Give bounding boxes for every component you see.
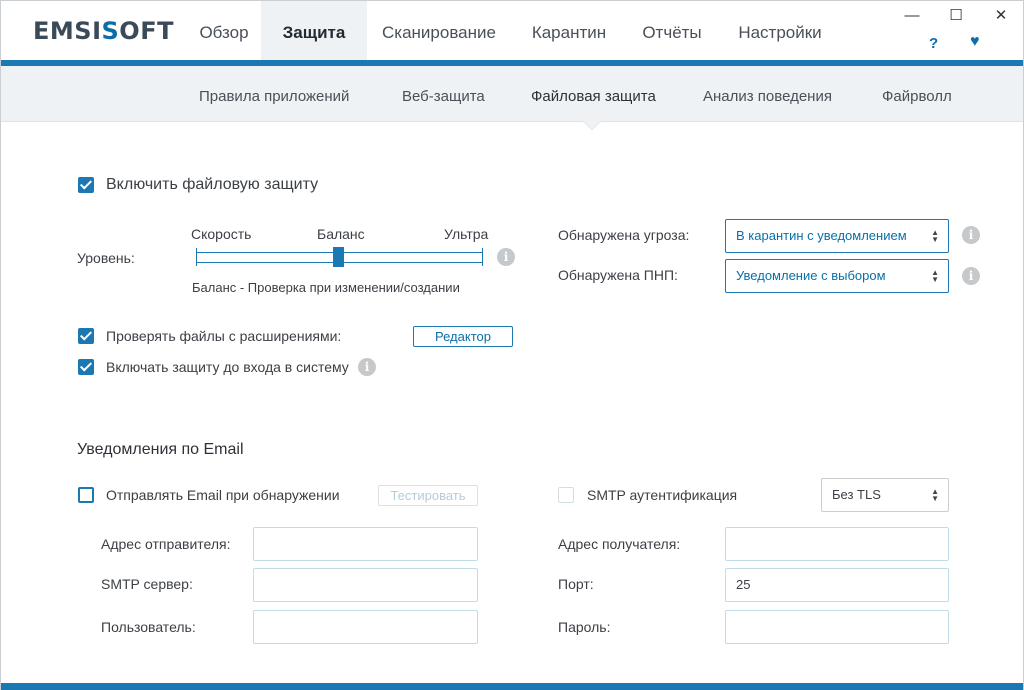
threat-label: Обнаружена угроза: xyxy=(558,227,690,243)
enable-file-protection-label: Включить файловую защиту xyxy=(106,176,319,193)
tls-select[interactable]: Без TLS ▲ ▼ xyxy=(821,478,949,512)
subtab-file-protection[interactable]: Файловая защита xyxy=(531,88,656,105)
check-extensions-label: Проверять файлы с расширениями: xyxy=(106,328,342,344)
threat-info-icon[interactable]: i xyxy=(962,226,980,244)
preboot-protection-checkbox[interactable] xyxy=(78,359,94,375)
active-subtab-pointer xyxy=(583,121,601,129)
footer-accent-bar xyxy=(1,683,1023,690)
enable-file-protection-checkbox[interactable] xyxy=(78,177,94,193)
tab-overview[interactable]: Обзор xyxy=(187,1,261,61)
tab-protection[interactable]: Защита xyxy=(261,1,367,61)
test-email-button[interactable]: Тестировать xyxy=(378,485,478,506)
tab-settings[interactable]: Настройки xyxy=(723,1,837,61)
slider-description: Баланс - Проверка при изменении/создании xyxy=(192,280,460,295)
username-label: Пользователь: xyxy=(101,619,196,635)
smtp-auth-label: SMTP аутентификация xyxy=(587,487,738,503)
select-arrows-icon: ▲ ▼ xyxy=(931,487,939,503)
maximize-button[interactable]: ☐ xyxy=(945,5,967,27)
send-email-checkbox[interactable] xyxy=(78,487,94,503)
port-input[interactable]: 25 xyxy=(725,568,949,602)
tab-quarantine[interactable]: Карантин xyxy=(517,1,621,61)
sender-address-label: Адрес отправителя: xyxy=(101,536,231,552)
port-label: Порт: xyxy=(558,576,594,592)
recipient-address-input[interactable] xyxy=(725,527,949,561)
smtp-server-label: SMTP сервер: xyxy=(101,576,193,592)
sender-address-input[interactable] xyxy=(253,527,478,561)
password-label: Пароль: xyxy=(558,619,611,635)
top-bar: EMSISOFT Обзор Защита Сканирование Каран… xyxy=(1,1,1023,61)
tab-scan[interactable]: Сканирование xyxy=(367,1,511,61)
emsisoft-window: EMSISOFT Обзор Защита Сканирование Каран… xyxy=(0,0,1024,690)
password-input[interactable] xyxy=(725,610,949,644)
close-button[interactable]: ✕ xyxy=(990,5,1012,27)
preboot-protection-label: Включать защиту до входа в систему xyxy=(106,359,349,375)
select-arrows-icon: ▲ ▼ xyxy=(931,268,939,284)
threat-action-select[interactable]: В карантин с уведомлением ▲ ▼ xyxy=(725,219,949,253)
email-section-title: Уведомления по Email xyxy=(77,441,244,458)
editor-button[interactable]: Редактор xyxy=(413,326,513,347)
slider-label-speed: Скорость xyxy=(191,226,252,242)
help-icon[interactable]: ? xyxy=(929,35,938,52)
slider-tick-left xyxy=(196,248,197,266)
username-input[interactable] xyxy=(253,610,478,644)
protection-subnav: Правила приложений Веб-защита Файловая з… xyxy=(1,66,1023,122)
minimize-button[interactable]: — xyxy=(901,5,923,27)
level-label: Уровень: xyxy=(77,250,135,266)
preboot-info-icon[interactable]: i xyxy=(358,358,376,376)
slider-label-balance: Баланс xyxy=(317,226,365,242)
tab-reports[interactable]: Отчёты xyxy=(627,1,717,61)
select-arrows-icon: ▲ ▼ xyxy=(931,228,939,244)
subtab-app-rules[interactable]: Правила приложений xyxy=(199,88,349,105)
level-info-icon[interactable]: i xyxy=(497,248,515,266)
heart-icon[interactable]: ♥ xyxy=(970,33,980,51)
pup-info-icon[interactable]: i xyxy=(962,267,980,285)
recipient-address-label: Адрес получателя: xyxy=(558,536,681,552)
pup-label: Обнаружена ПНП: xyxy=(558,267,678,283)
subtab-firewall[interactable]: Файрволл xyxy=(882,88,952,105)
send-email-label: Отправлять Email при обнаружении xyxy=(106,487,340,503)
slider-label-ultra: Ультра xyxy=(444,226,489,242)
subtab-web-protection[interactable]: Веб-защита xyxy=(402,88,485,105)
check-extensions-checkbox[interactable] xyxy=(78,328,94,344)
subtab-behavior-analysis[interactable]: Анализ поведения xyxy=(703,88,832,105)
smtp-auth-checkbox[interactable] xyxy=(558,487,574,503)
emsisoft-logo: EMSISOFT xyxy=(33,17,174,45)
slider-thumb[interactable] xyxy=(333,247,344,267)
pup-action-select[interactable]: Уведомление с выбором ▲ ▼ xyxy=(725,259,949,293)
slider-tick-right xyxy=(482,248,483,266)
smtp-server-input[interactable] xyxy=(253,568,478,602)
